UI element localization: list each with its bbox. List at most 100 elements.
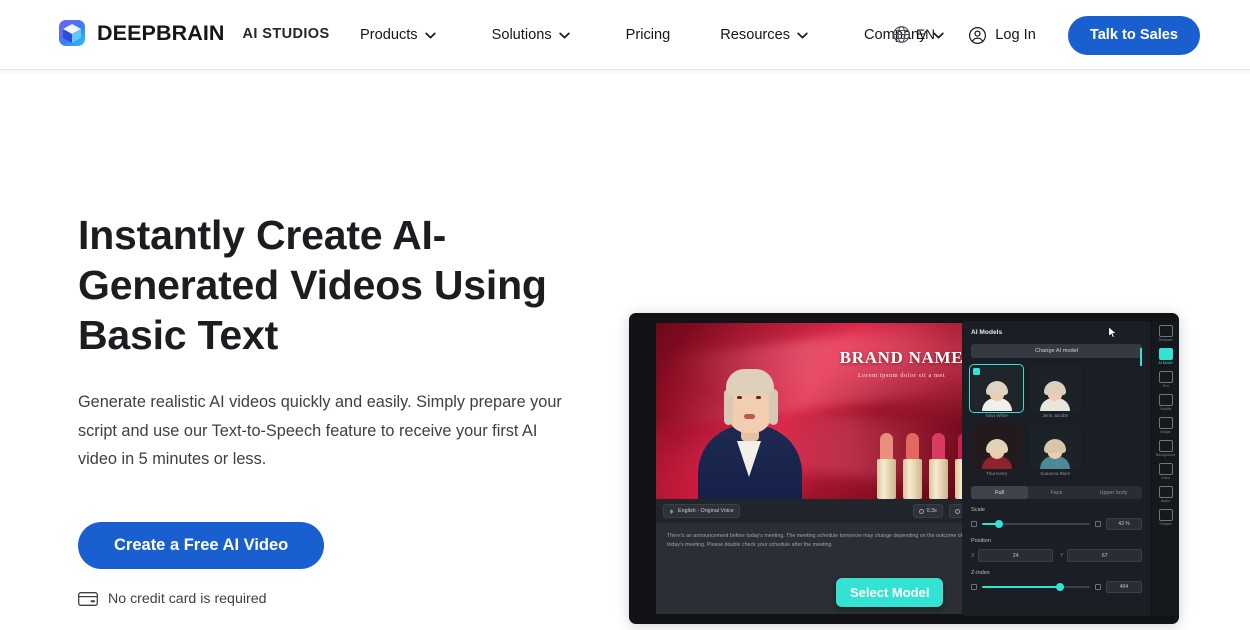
nav-label: Solutions [491,27,552,43]
text-icon [1158,371,1173,383]
hero-copy: Instantly Create AI-Generated Videos Usi… [78,210,598,607]
talk-to-sales-button[interactable]: Talk to Sales [1067,15,1200,55]
ai-model-name: Jenn Jacobs [1042,413,1069,418]
scale-large-icon [1095,521,1101,527]
video-brand-title: BRAND NAME [839,348,964,367]
tab-upper-body[interactable]: Upper body [1085,486,1142,499]
nav-item-pricing[interactable]: Pricing [626,27,671,43]
ai-model-icon [1158,348,1173,360]
rail-label: Video [1160,476,1171,480]
chevron-down-icon [797,32,808,38]
scale-value[interactable]: 43 % [1106,518,1142,530]
ai-model-card[interactable]: Nina White [969,364,1024,418]
nav-item-resources[interactable]: Resources [720,27,808,43]
scale-slider-knob[interactable] [995,520,1004,528]
video-brand-text: BRAND NAME Lorem ipsum dolor sit a met [819,348,984,379]
voice-icon [669,508,674,514]
tab-face[interactable]: Face [1028,486,1085,499]
header-actions: Log In Talk to Sales [968,0,1200,70]
lipstick-item [929,433,948,499]
lipstick-item [877,433,896,499]
rail-item-image[interactable]: Image [1158,417,1173,434]
ai-model-thumbnail [1029,366,1081,411]
background-icon [1158,440,1173,452]
ai-model-name: Nina White [985,413,1008,418]
ai-models-panel: AI Models Change AI model Nina White Jen… [962,321,1151,616]
hero-subtitle: Generate realistic AI videos quickly and… [78,393,562,468]
rail-item-background[interactable]: Background [1156,440,1175,457]
ai-model-thumbnail [1029,424,1081,469]
rail-label: Template [1158,338,1173,342]
zindex-value[interactable]: 404 [1106,581,1142,593]
hero-cta-row: Create a Free AI Video [78,521,598,569]
cube-logo-icon [59,20,85,46]
zindex-slider[interactable] [982,583,1090,591]
scale-small-icon [971,521,977,527]
rail-item-template[interactable]: Template [1158,325,1173,342]
brand-name: DEEPBRAIN [97,20,225,45]
rail-item-text[interactable]: Text [1158,371,1173,388]
ai-model-name: Susanna Blum [1040,471,1071,476]
ai-model-thumbnail [969,364,1024,413]
scale-slider[interactable] [982,520,1090,528]
credit-card-icon [78,591,98,606]
rail-label: Subtitle [1159,407,1172,411]
image-icon [1158,417,1173,429]
create-free-ai-video-button[interactable]: Create a Free AI Video [78,521,325,569]
user-circle-icon [969,26,987,44]
ai-model-grid: Nina White Jenn Jacobs Tina Kerry Susann… [969,364,1082,476]
rail-label: Background [1155,453,1176,457]
audio-icon [1158,486,1173,498]
chevron-down-icon [558,32,570,38]
nav-item-solutions[interactable]: Solutions [492,27,570,43]
position-label: Position [971,538,991,544]
scale-slider-row: 43 % [971,518,1142,530]
stage-toolbar: English - Original Voice 0.3s 1.0s [656,499,986,523]
nav-item-products[interactable]: Products [360,27,436,43]
rail-item-ai-model[interactable]: AI Model [1158,348,1173,365]
site-header: DEEPBRAIN AI STUDIOS Products Solutions … [0,0,1250,75]
template-icon [1158,325,1173,337]
nav-label: Resources [720,27,791,43]
timing-value: 0.3s [926,508,937,514]
subtitle-icon [1158,394,1173,406]
brand-logo[interactable]: DEEPBRAIN AI STUDIOS [58,19,330,47]
position-y-input[interactable]: 67 [1067,549,1142,562]
rail-label: Text [1162,384,1169,388]
video-preview[interactable]: BRAND NAME Lorem ipsum dolor sit a met [656,323,986,499]
clock-icon [954,508,960,514]
login-link[interactable]: Log In [968,26,1036,45]
position-x-axis-label: X [971,552,975,559]
language-switcher[interactable]: EN [892,25,935,44]
voice-language-label: English - Original Voice [678,508,734,514]
rail-label: Image [1160,430,1171,434]
voice-language-selector[interactable]: English - Original Voice [663,504,740,518]
rail-label: Audio [1160,499,1171,503]
change-ai-model-button[interactable]: Change AI model [971,344,1142,358]
presenter-eye-left [737,396,742,399]
zindex-front-icon [1095,584,1101,590]
video-brand-subtitle: Lorem ipsum dolor sit a met [857,372,946,379]
select-model-button[interactable]: Select Model [836,578,944,607]
rail-label: AI Model [1158,361,1173,365]
position-x-input[interactable]: 24 [978,549,1053,562]
zindex-slider-knob[interactable] [1055,583,1064,591]
nav-label: Pricing [625,27,671,43]
position-y-axis-label: Y [1060,552,1064,559]
ai-model-name: Tina Kerry [986,471,1008,476]
chevron-down-icon [933,32,945,38]
tab-full[interactable]: Full [971,486,1028,499]
shapes-icon [1158,509,1173,521]
ai-model-card[interactable]: Susanna Blum [1029,424,1082,476]
ai-model-card[interactable]: Tina Kerry [971,424,1023,476]
ai-model-card[interactable]: Jenn Jacobs [1029,366,1082,418]
rail-item-shapes[interactable]: Shapes [1158,509,1173,526]
rail-item-subtitle[interactable]: Subtitle [1158,394,1173,411]
timing-chip-start[interactable]: 0.3s [912,504,943,518]
rail-item-audio[interactable]: Audio [1158,486,1173,503]
position-row: X 24 Y 67 [971,549,1142,562]
model-view-tabs: Full Face Upper body [971,486,1142,499]
presenter-hair-top [726,369,774,395]
rail-item-video[interactable]: Video [1158,463,1173,480]
video-icon [1158,463,1173,475]
